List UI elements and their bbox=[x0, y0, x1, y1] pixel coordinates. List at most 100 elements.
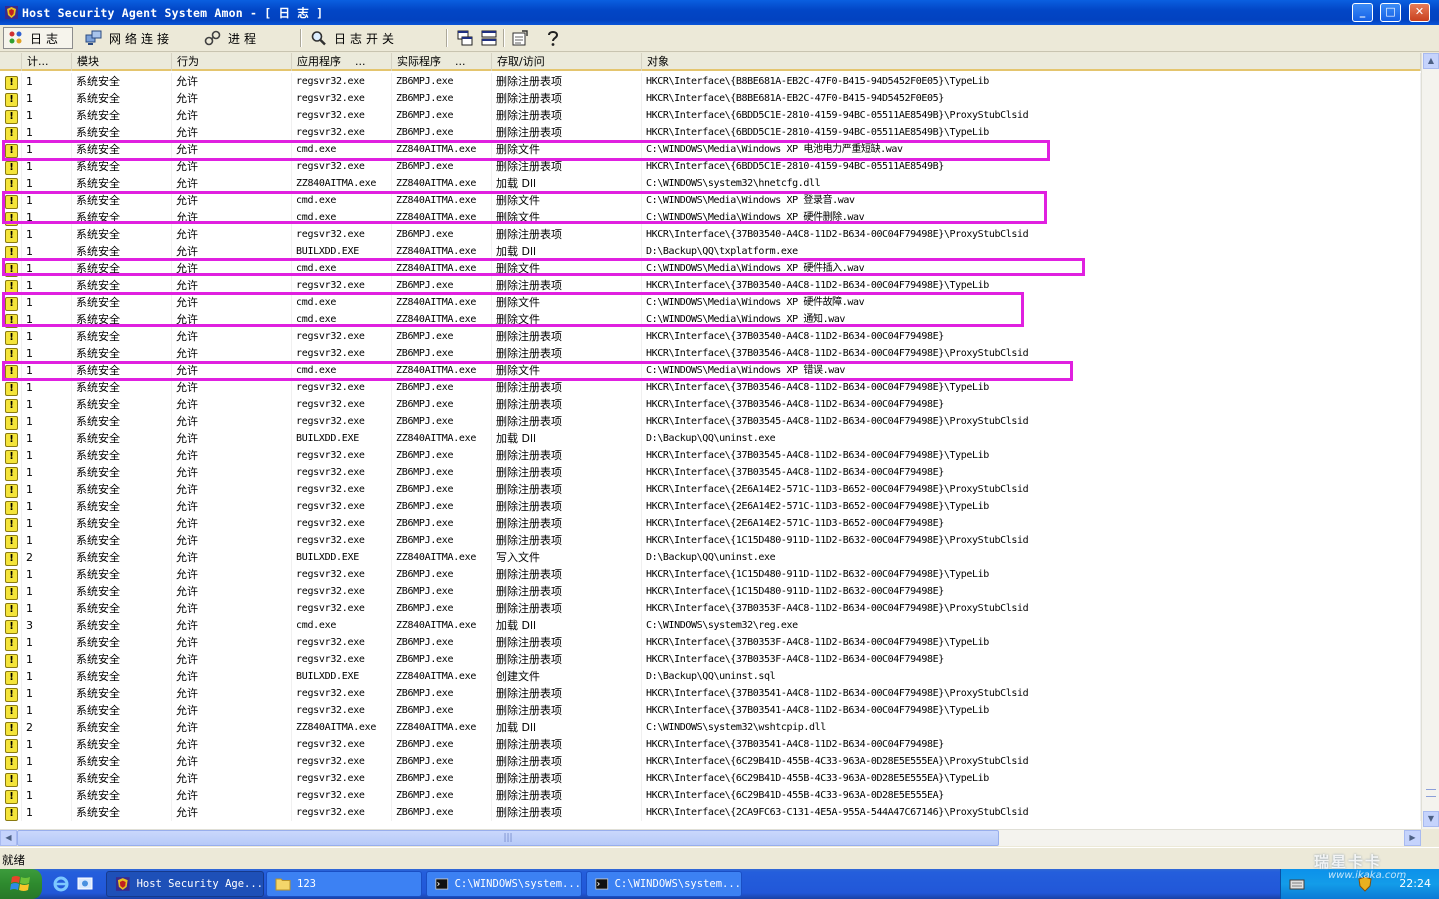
table-row[interactable]: ! 1 系统安全 允许 regsvr32.exe ZB6MPJ.exe 删除注册表项 HKCR… bbox=[0, 226, 1421, 243]
clock[interactable]: 22:24 bbox=[1399, 877, 1431, 890]
table-row[interactable]: ! 1 系统安全 允许 regsvr32.exe ZB6MPJ.exe 删除注册表项 HKCR… bbox=[0, 447, 1421, 464]
table-row[interactable]: ! 1 系统安全 允许 regsvr32.exe ZB6MPJ.exe 删除注册表项 HKCR… bbox=[0, 566, 1421, 583]
tool-process-button[interactable]: 进程 bbox=[200, 27, 264, 49]
show-desktop-icon[interactable] bbox=[76, 875, 94, 893]
table-row[interactable]: ! 2 系统安全 允许 BUILXDD.EXE ZZ840AITMA.exe 写入文件 D:\… bbox=[0, 549, 1421, 566]
row-application: cmd.exe bbox=[292, 362, 392, 379]
table-row[interactable]: ! 1 系统安全 允许 regsvr32.exe ZB6MPJ.exe 删除注册表项 HKCR… bbox=[0, 90, 1421, 107]
table-row[interactable]: ! 1 系统安全 允许 BUILXDD.EXE ZZ840AITMA.exe 创建文件 D:\… bbox=[0, 668, 1421, 685]
taskbar-item[interactable]: C:\WINDOWS\system... bbox=[426, 871, 582, 897]
horizontal-scroll-thumb[interactable]: ||| bbox=[17, 830, 999, 846]
vertical-scrollbar[interactable]: ▲ ▼ bbox=[1421, 53, 1439, 829]
table-row[interactable]: ! 1 系统安全 允许 regsvr32.exe ZB6MPJ.exe 删除注册表项 HKCR… bbox=[0, 413, 1421, 430]
table-row[interactable]: ! 1 系统安全 允许 regsvr32.exe ZB6MPJ.exe 删除注册表项 HKCR… bbox=[0, 515, 1421, 532]
table-row[interactable]: ! 1 系统安全 允许 cmd.exe ZZ840AITMA.exe 删除文件 C:\WIND… bbox=[0, 311, 1421, 328]
row-count: 1 bbox=[22, 804, 72, 821]
row-module: 系统安全 bbox=[72, 634, 172, 651]
table-row[interactable]: ! 1 系统安全 允许 regsvr32.exe ZB6MPJ.exe 删除注册表项 HKCR… bbox=[0, 787, 1421, 804]
header-application[interactable]: 应用程序... bbox=[292, 53, 392, 71]
table-row[interactable]: ! 1 系统安全 允许 cmd.exe ZZ840AITMA.exe 删除文件 C:\WIND… bbox=[0, 192, 1421, 209]
row-actual-program: ZB6MPJ.exe bbox=[392, 583, 492, 600]
table-row[interactable]: ! 1 系统安全 允许 regsvr32.exe ZB6MPJ.exe 删除注册表项 HKCR… bbox=[0, 804, 1421, 821]
row-object: HKCR\Interface\{37B03540-A4C8-11D2-B634-… bbox=[642, 277, 1421, 294]
table-row[interactable]: ! 1 系统安全 允许 cmd.exe ZZ840AITMA.exe 删除文件 C:\WIND… bbox=[0, 141, 1421, 158]
table-row[interactable]: ! 1 系统安全 允许 regsvr32.exe ZB6MPJ.exe 删除注册表项 HKCR… bbox=[0, 736, 1421, 753]
table-row[interactable]: ! 1 系统安全 允许 regsvr32.exe ZB6MPJ.exe 删除注册表项 HKCR… bbox=[0, 702, 1421, 719]
taskbar-item[interactable]: C:\WINDOWS\system... bbox=[586, 871, 742, 897]
table-row[interactable]: ! 1 系统安全 允许 regsvr32.exe ZB6MPJ.exe 删除注册表项 HKCR… bbox=[0, 345, 1421, 362]
table-row[interactable]: ! 1 系统安全 允许 regsvr32.exe ZB6MPJ.exe 删除注册表项 HKCR… bbox=[0, 634, 1421, 651]
row-object: HKCR\Interface\{6BDD5C1E-2810-4159-94BC-… bbox=[642, 124, 1421, 141]
security-shield-icon[interactable] bbox=[1357, 876, 1373, 892]
table-row[interactable]: ! 1 系统安全 允许 regsvr32.exe ZB6MPJ.exe 删除注册表项 HKCR… bbox=[0, 379, 1421, 396]
scroll-left-arrow-icon[interactable]: ◀ bbox=[0, 830, 17, 846]
table-row[interactable]: ! 1 系统安全 允许 ZZ840AITMA.exe ZZ840AITMA.exe 加载 D… bbox=[0, 175, 1421, 192]
table-row[interactable]: ! 1 系统安全 允许 regsvr32.exe ZB6MPJ.exe 删除注册表项 HKCR… bbox=[0, 396, 1421, 413]
table-row[interactable]: ! 3 系统安全 允许 cmd.exe ZZ840AITMA.exe 加载 Dll C:\WI… bbox=[0, 617, 1421, 634]
header-icon-column[interactable] bbox=[0, 53, 22, 71]
header-actual-program[interactable]: 实际程序... bbox=[392, 53, 492, 71]
horizontal-scrollbar[interactable]: ◀ ||| ▶ bbox=[0, 829, 1421, 846]
header-action[interactable]: 行为 bbox=[172, 53, 292, 71]
help-button[interactable] bbox=[543, 28, 563, 48]
taskbar-item[interactable]: 123 bbox=[266, 871, 422, 897]
table-row[interactable]: ! 1 系统安全 允许 regsvr32.exe ZB6MPJ.exe 删除注册表项 HKCR… bbox=[0, 328, 1421, 345]
table-row[interactable]: ! 1 系统安全 允许 BUILXDD.EXE ZZ840AITMA.exe 加载 Dll D… bbox=[0, 430, 1421, 447]
table-row[interactable]: ! 1 系统安全 允许 regsvr32.exe ZB6MPJ.exe 删除注册表项 HKCR… bbox=[0, 600, 1421, 617]
table-row[interactable]: ! 1 系统安全 允许 regsvr32.exe ZB6MPJ.exe 删除注册表项 HKCR… bbox=[0, 685, 1421, 702]
table-row[interactable]: ! 1 系统安全 允许 BUILXDD.EXE ZZ840AITMA.exe 加载 Dll D… bbox=[0, 243, 1421, 260]
log-list[interactable]: 计... 模块 行为 应用程序... 实际程序... 存取/访问 对象 ! 1 系统… bbox=[0, 53, 1439, 829]
table-row[interactable]: ! 1 系统安全 允许 cmd.exe ZZ840AITMA.exe 删除文件 C:\WIND… bbox=[0, 209, 1421, 226]
settings-button[interactable] bbox=[510, 28, 530, 48]
row-icon-cell: ! bbox=[0, 447, 22, 464]
table-row[interactable]: ! 1 系统安全 允许 regsvr32.exe ZB6MPJ.exe 删除注册表项 HKCR… bbox=[0, 583, 1421, 600]
scroll-right-arrow-icon[interactable]: ▶ bbox=[1404, 830, 1421, 846]
table-row[interactable]: ! 1 系统安全 允许 regsvr32.exe ZB6MPJ.exe 删除注册表项 HKCR… bbox=[0, 770, 1421, 787]
table-row[interactable]: ! 1 系统安全 允许 regsvr32.exe ZB6MPJ.exe 删除注册表项 HKCR… bbox=[0, 107, 1421, 124]
scroll-thumb-grip[interactable] bbox=[1426, 789, 1436, 797]
table-row[interactable]: ! 2 系统安全 允许 ZZ840AITMA.exe ZZ840AITMA.exe 加载 D… bbox=[0, 719, 1421, 736]
table-row[interactable]: ! 1 系统安全 允许 cmd.exe ZZ840AITMA.exe 删除文件 C:\WIND… bbox=[0, 362, 1421, 379]
tool-network-button[interactable]: 网络连接 bbox=[81, 27, 177, 49]
tool-log-switch-button[interactable]: 日志开关 bbox=[306, 27, 402, 49]
row-access: 删除注册表项 bbox=[492, 277, 642, 294]
table-row[interactable]: ! 1 系统安全 允许 regsvr32.exe ZB6MPJ.exe 删除注册表项 HKCR… bbox=[0, 73, 1421, 90]
close-button[interactable]: ✕ bbox=[1409, 3, 1430, 22]
tool-log-button[interactable]: 日志 bbox=[3, 27, 73, 49]
tile-windows-button[interactable] bbox=[479, 28, 499, 48]
title-bar[interactable]: Host Security Agent System Amon - [ 日 志 … bbox=[0, 0, 1439, 25]
row-count: 1 bbox=[22, 175, 72, 192]
keyboard-icon[interactable] bbox=[1289, 877, 1305, 891]
row-actual-program: ZB6MPJ.exe bbox=[392, 753, 492, 770]
row-count: 1 bbox=[22, 498, 72, 515]
start-button[interactable] bbox=[0, 869, 42, 899]
minimize-button[interactable]: _ bbox=[1352, 3, 1373, 22]
scroll-down-arrow-icon[interactable]: ▼ bbox=[1423, 811, 1439, 827]
table-row[interactable]: ! 1 系统安全 允许 regsvr32.exe ZB6MPJ.exe 删除注册表项 HKCR… bbox=[0, 277, 1421, 294]
help-icon bbox=[548, 31, 559, 46]
maximize-button[interactable]: □ bbox=[1380, 3, 1401, 22]
header-object[interactable]: 对象 bbox=[642, 53, 1421, 71]
table-row[interactable]: ! 1 系统安全 允许 regsvr32.exe ZB6MPJ.exe 删除注册表项 HKCR… bbox=[0, 158, 1421, 175]
table-row[interactable]: ! 1 系统安全 允许 regsvr32.exe ZB6MPJ.exe 删除注册表项 HKCR… bbox=[0, 532, 1421, 549]
row-application: regsvr32.exe bbox=[292, 158, 392, 175]
row-access: 删除注册表项 bbox=[492, 753, 642, 770]
table-row[interactable]: ! 1 系统安全 允许 regsvr32.exe ZB6MPJ.exe 删除注册表项 HKCR… bbox=[0, 481, 1421, 498]
header-access[interactable]: 存取/访问 bbox=[492, 53, 642, 71]
row-object: HKCR\Interface\{6C29B41D-455B-4C33-963A-… bbox=[642, 753, 1421, 770]
row-module: 系统安全 bbox=[72, 549, 172, 566]
scroll-up-arrow-icon[interactable]: ▲ bbox=[1423, 53, 1439, 69]
table-row[interactable]: ! 1 系统安全 允许 regsvr32.exe ZB6MPJ.exe 删除注册表项 HKCR… bbox=[0, 464, 1421, 481]
ie-browser-icon[interactable] bbox=[52, 875, 70, 893]
table-row[interactable]: ! 1 系统安全 允许 regsvr32.exe ZB6MPJ.exe 删除注册表项 HKCR… bbox=[0, 651, 1421, 668]
taskbar-item[interactable]: Host Security Age... bbox=[106, 871, 264, 897]
header-module[interactable]: 模块 bbox=[72, 53, 172, 71]
network-icon bbox=[85, 30, 102, 45]
cascade-windows-button[interactable] bbox=[455, 28, 475, 48]
table-row[interactable]: ! 1 系统安全 允许 regsvr32.exe ZB6MPJ.exe 删除注册表项 HKCR… bbox=[0, 498, 1421, 515]
table-row[interactable]: ! 1 系统安全 允许 regsvr32.exe ZB6MPJ.exe 删除注册表项 HKCR… bbox=[0, 753, 1421, 770]
table-row[interactable]: ! 1 系统安全 允许 cmd.exe ZZ840AITMA.exe 删除文件 C:\WIND… bbox=[0, 294, 1421, 311]
table-row[interactable]: ! 1 系统安全 允许 cmd.exe ZZ840AITMA.exe 删除文件 C:\WIND… bbox=[0, 260, 1421, 277]
table-row[interactable]: ! 1 系统安全 允许 regsvr32.exe ZB6MPJ.exe 删除注册表项 HKCR… bbox=[0, 124, 1421, 141]
header-count[interactable]: 计... bbox=[22, 53, 72, 71]
